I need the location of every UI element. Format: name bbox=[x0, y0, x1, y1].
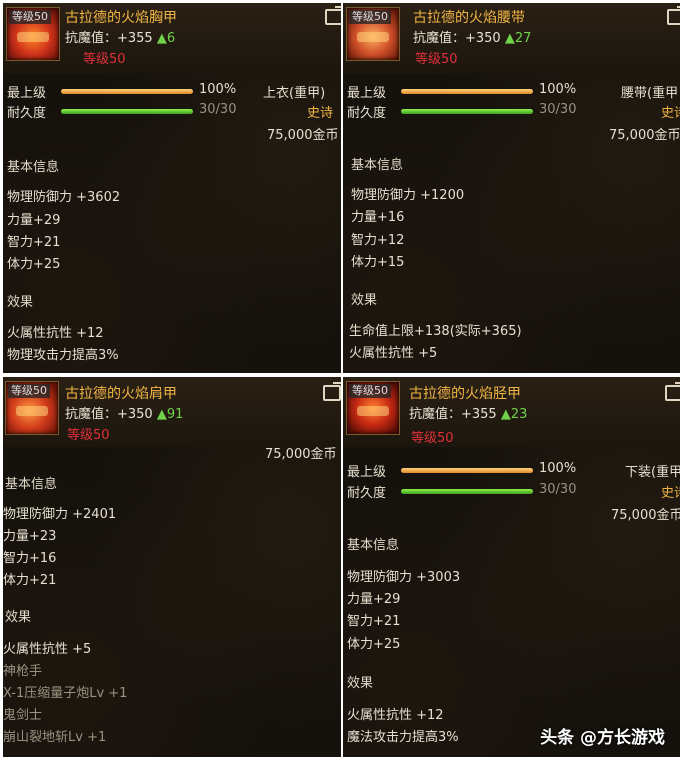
stat-line: 力量+23 bbox=[3, 529, 57, 544]
effect-line: 生命值上限+138(实际+365) bbox=[349, 324, 522, 339]
basic-info-title: 基本信息 bbox=[5, 477, 58, 492]
equip-slot: 腰带(重甲 bbox=[621, 86, 679, 101]
skill-bonus: X-1压缩量子炮Lv +1 bbox=[3, 686, 128, 701]
equip-slot: 上衣(重甲) bbox=[263, 86, 326, 101]
stat-line: 体力+15 bbox=[351, 255, 405, 270]
effect-line: 火属性抗性 +12 bbox=[7, 326, 104, 341]
durability-value: 30/30 bbox=[199, 102, 237, 117]
price: 75,000金币 bbox=[265, 447, 337, 462]
resist-up-arrow: ▲91 bbox=[156, 407, 184, 422]
stat-line: 智力+21 bbox=[347, 614, 401, 629]
level-badge: 等级50 bbox=[9, 10, 51, 24]
belt-icon: 等级50 bbox=[346, 7, 400, 61]
item-tooltip-belt: 等级50 古拉德的火焰腰带 抗魔值：+350 ▲27 等级50 最上级 100%… bbox=[343, 3, 680, 373]
stat-line: 体力+25 bbox=[7, 257, 61, 272]
share-icon[interactable] bbox=[665, 385, 680, 401]
shoulder-armor-icon: 等级50 bbox=[5, 381, 59, 435]
resist-value: 抗魔值：+355 ▲6 bbox=[65, 31, 176, 46]
stat-line: 力量+29 bbox=[347, 592, 401, 607]
required-level: 等级50 bbox=[83, 52, 126, 67]
resist-value: 抗魔值：+355 ▲23 bbox=[409, 407, 528, 422]
grade-bar bbox=[401, 468, 533, 473]
grade-percent: 100% bbox=[199, 82, 237, 97]
durability-bar bbox=[401, 109, 533, 114]
stat-line: 智力+12 bbox=[351, 233, 405, 248]
leg-armor-icon: 等级50 bbox=[346, 381, 400, 435]
price: 75,000金币 bbox=[267, 128, 339, 143]
basic-info-title: 基本信息 bbox=[7, 160, 60, 175]
grade-label: 最上级 bbox=[7, 86, 47, 101]
item-name: 古拉德的火焰肩甲 bbox=[65, 386, 177, 402]
rarity: 史诗 bbox=[661, 106, 680, 121]
required-level: 等级50 bbox=[411, 431, 454, 446]
resist-value: 抗魔值：+350 ▲27 bbox=[413, 31, 532, 46]
stat-line: 体力+21 bbox=[3, 573, 57, 588]
stat-line: 力量+16 bbox=[351, 210, 405, 225]
item-tooltip-shoulder: 等级50 古拉德的火焰肩甲 抗魔值：+350 ▲91 等级50 75,000金币… bbox=[3, 377, 341, 757]
resist-up-arrow: ▲6 bbox=[156, 31, 176, 46]
grade-bar bbox=[61, 89, 193, 94]
share-icon[interactable] bbox=[325, 9, 341, 25]
stat-line: 物理防御力 +2401 bbox=[3, 507, 117, 522]
share-icon[interactable] bbox=[667, 9, 680, 25]
chest-armor-icon: 等级50 bbox=[6, 7, 60, 61]
stat-line: 物理防御力 +3003 bbox=[347, 570, 461, 585]
durability-value: 30/30 bbox=[539, 482, 577, 497]
durability-label: 耐久度 bbox=[347, 106, 387, 121]
basic-info-title: 基本信息 bbox=[351, 158, 404, 173]
level-badge: 等级50 bbox=[349, 384, 391, 398]
share-icon[interactable] bbox=[323, 385, 341, 401]
required-level: 等级50 bbox=[67, 428, 110, 443]
rarity: 史诗 bbox=[661, 486, 680, 501]
class-name: 神枪手 bbox=[3, 664, 43, 679]
stat-line: 力量+29 bbox=[7, 213, 61, 228]
item-name: 古拉德的火焰胸甲 bbox=[65, 10, 177, 26]
effects-title: 效果 bbox=[7, 295, 34, 310]
item-name: 古拉德的火焰胫甲 bbox=[409, 386, 521, 402]
stat-line: 物理防御力 +1200 bbox=[351, 188, 465, 203]
resist-up-arrow: ▲23 bbox=[500, 407, 528, 422]
grade-label: 最上级 bbox=[347, 86, 387, 101]
level-badge: 等级50 bbox=[8, 384, 50, 398]
price: 75,000金币 bbox=[609, 128, 680, 143]
skill-bonus: 崩山裂地斩Lv +1 bbox=[3, 730, 107, 745]
equip-slot: 下装(重甲 bbox=[625, 465, 680, 480]
effect-line: 火属性抗性 +12 bbox=[347, 708, 444, 723]
watermark: 头条 @方长游戏 bbox=[540, 728, 665, 748]
grade-bar bbox=[401, 89, 533, 94]
effects-title: 效果 bbox=[5, 610, 32, 625]
effect-line: 物理攻击力提高3% bbox=[7, 348, 119, 363]
price: 75,000金币 bbox=[611, 508, 680, 523]
stat-line: 智力+16 bbox=[3, 551, 57, 566]
basic-info-title: 基本信息 bbox=[347, 538, 400, 553]
resist-value: 抗魔值：+350 ▲91 bbox=[65, 407, 184, 422]
level-badge: 等级50 bbox=[349, 10, 391, 24]
durability-label: 耐久度 bbox=[347, 486, 387, 501]
item-tooltip-chest: 等级50 古拉德的火焰胸甲 抗魔值：+355 ▲6 等级50 最上级 100% … bbox=[3, 3, 341, 373]
effect-line: 魔法攻击力提高3% bbox=[347, 730, 459, 745]
class-name: 鬼剑士 bbox=[3, 708, 43, 723]
item-name: 古拉德的火焰腰带 bbox=[413, 10, 525, 26]
effects-title: 效果 bbox=[351, 293, 378, 308]
grade-percent: 100% bbox=[539, 82, 577, 97]
stat-line: 智力+21 bbox=[7, 235, 61, 250]
effect-line: 火属性抗性 +5 bbox=[349, 346, 438, 361]
durability-label: 耐久度 bbox=[7, 106, 47, 121]
durability-value: 30/30 bbox=[539, 102, 577, 117]
stat-line: 物理防御力 +3602 bbox=[7, 190, 121, 205]
resist-up-arrow: ▲27 bbox=[504, 31, 532, 46]
durability-bar bbox=[401, 489, 533, 494]
required-level: 等级50 bbox=[415, 52, 458, 67]
rarity: 史诗 bbox=[307, 106, 334, 121]
grade-label: 最上级 bbox=[347, 465, 387, 480]
effect-line: 火属性抗性 +5 bbox=[3, 642, 92, 657]
item-tooltip-legs: 等级50 古拉德的火焰胫甲 抗魔值：+355 ▲23 等级50 最上级 100%… bbox=[343, 377, 680, 757]
stat-line: 体力+25 bbox=[347, 637, 401, 652]
grade-percent: 100% bbox=[539, 461, 577, 476]
durability-bar bbox=[61, 109, 193, 114]
effects-title: 效果 bbox=[347, 676, 374, 691]
